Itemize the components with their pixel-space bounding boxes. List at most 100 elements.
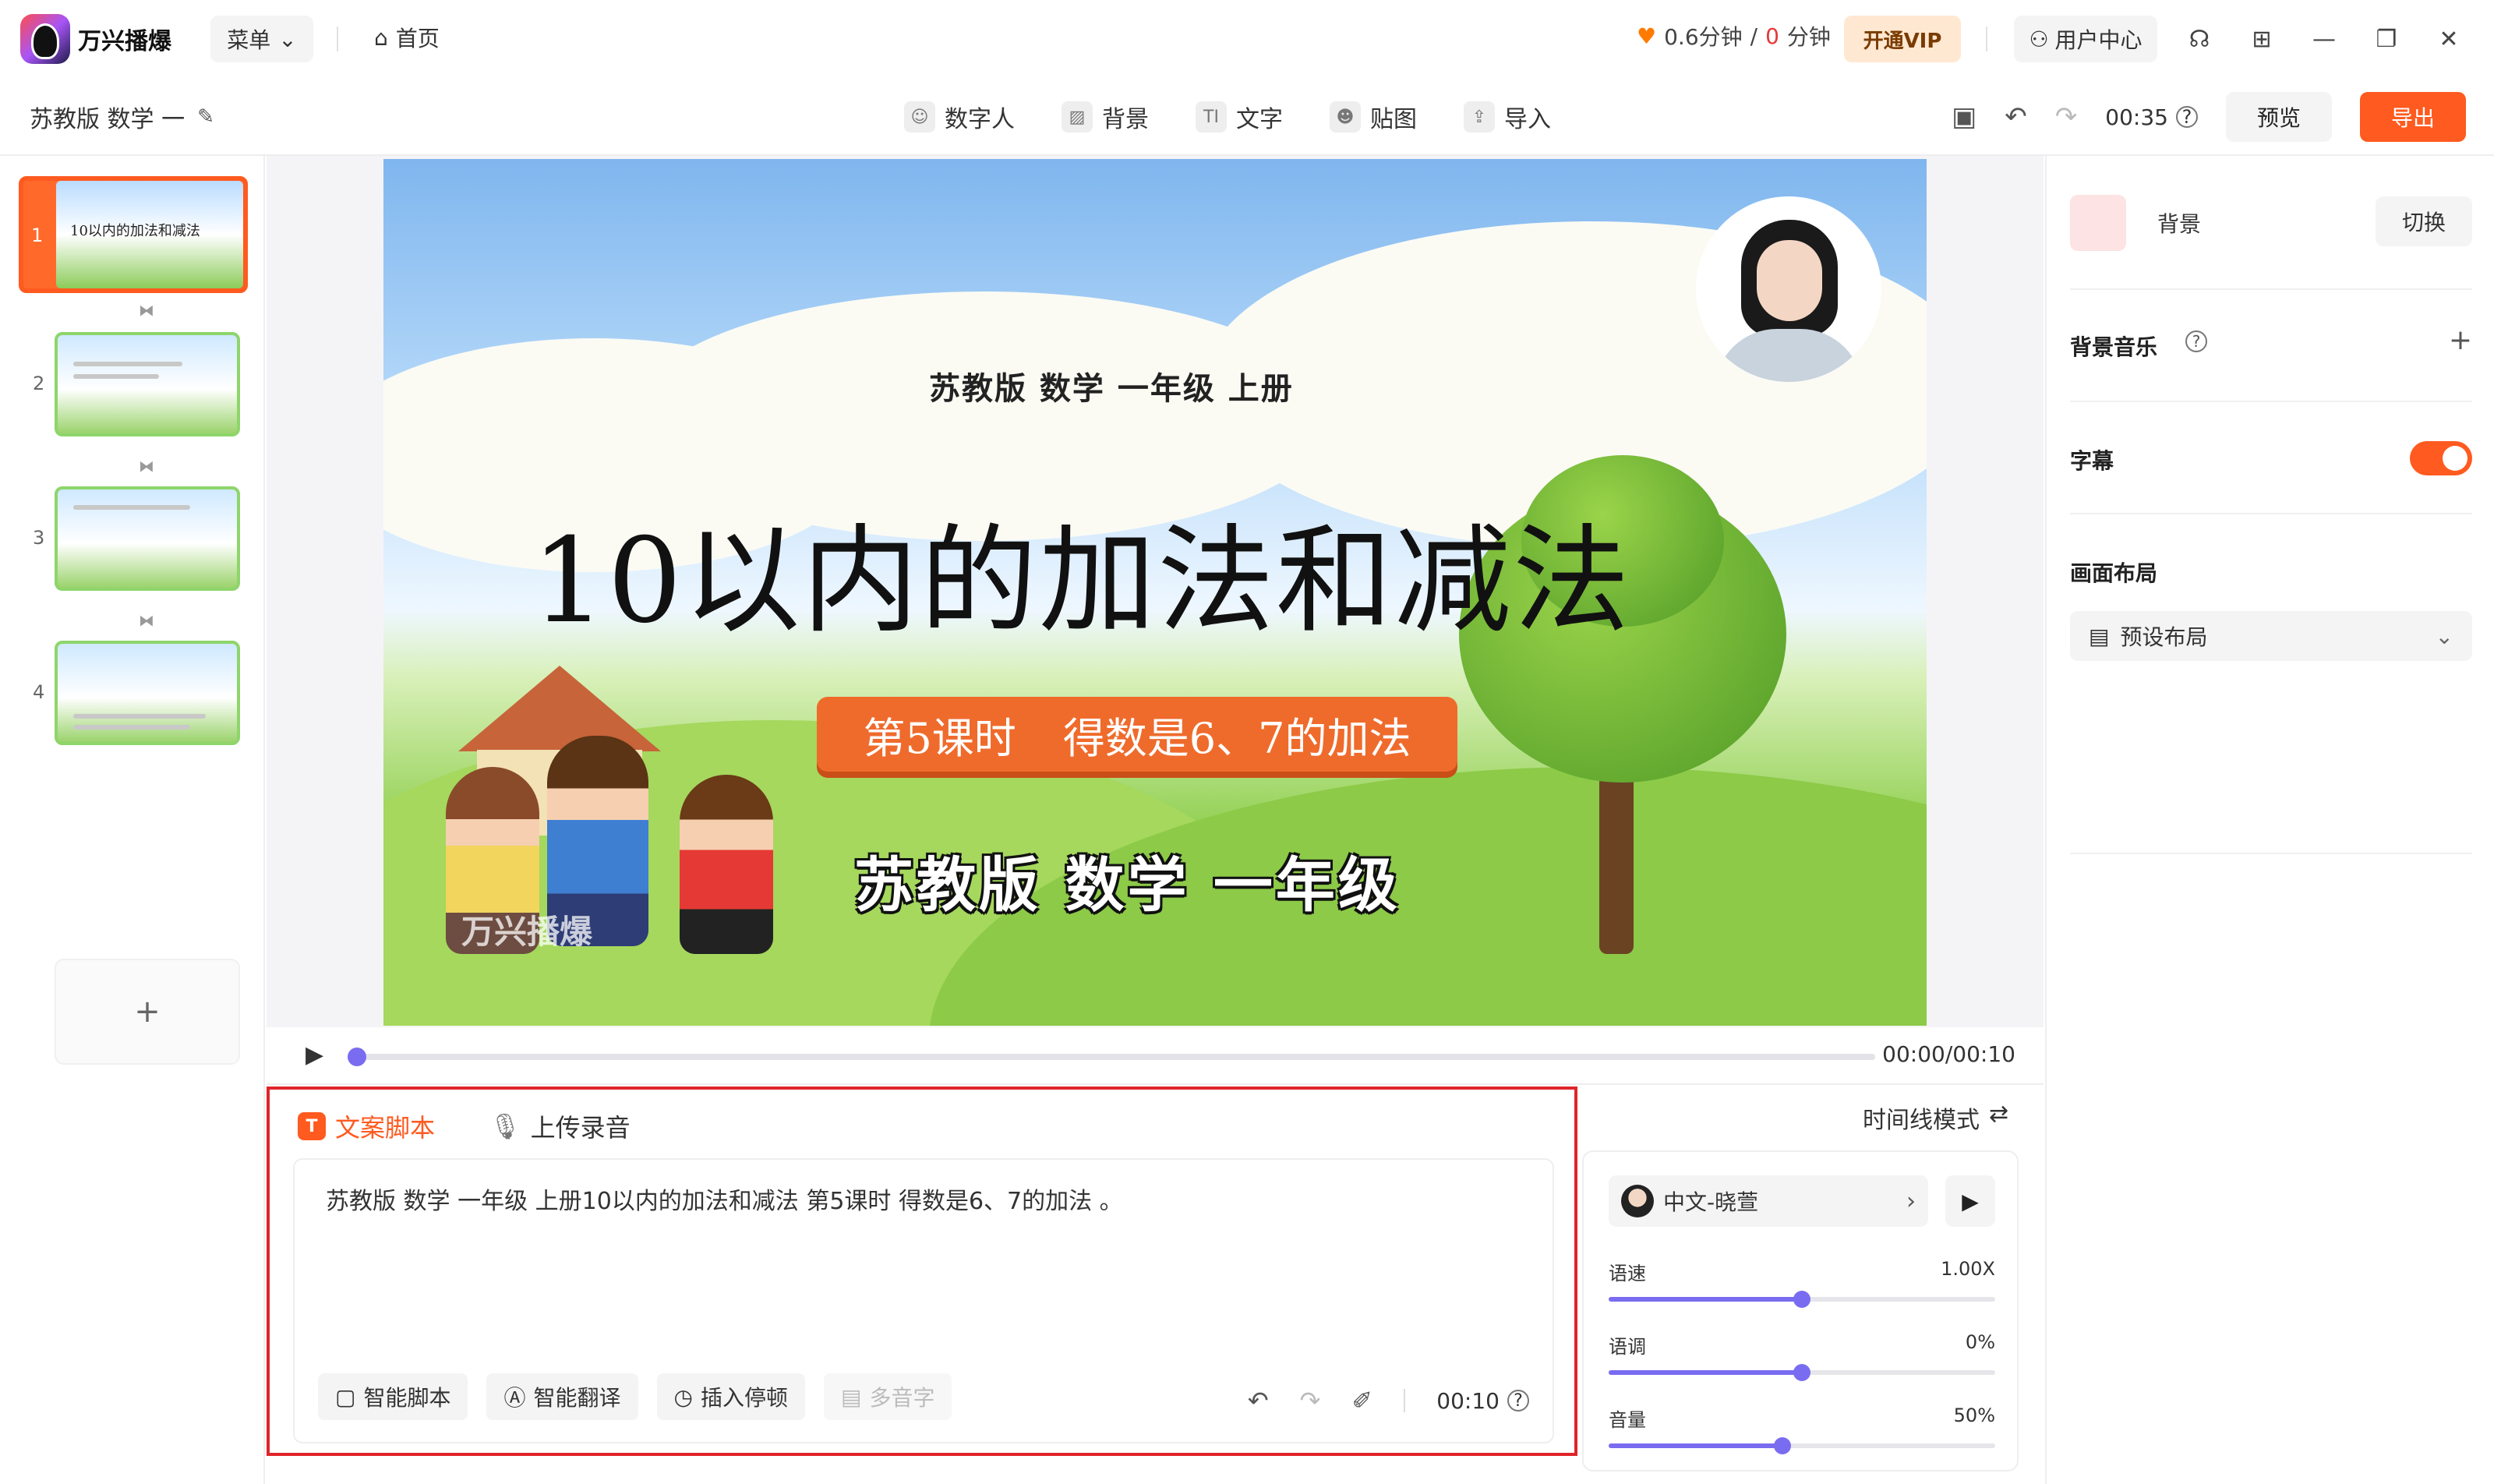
speed-handle[interactable] <box>1793 1291 1810 1308</box>
slide-thumb-2[interactable] <box>55 332 240 436</box>
apps-grid-icon[interactable]: ⊞ <box>2241 19 2282 59</box>
voice-play-icon[interactable]: ▶ <box>1945 1175 1995 1227</box>
tab-script[interactable]: T 文案脚本 <box>298 1108 435 1144</box>
layout-select[interactable]: ▤ 预设布局 ⌄ <box>2070 611 2472 661</box>
smart-script-button[interactable]: ▢ 智能脚本 <box>318 1373 468 1420</box>
slide-thumb-1[interactable]: 10以内的加法和减法 <box>19 176 248 293</box>
slide-thumb-4[interactable] <box>55 641 240 745</box>
button-label: 智能脚本 <box>363 1385 451 1411</box>
top-bar: 万兴播爆 菜单 ⌄ ⌂ 首页 ♥ 0.6分钟 / 0 分钟 开通VIP ⚇ 用户… <box>0 0 2494 78</box>
swap-icon: ⇄ <box>1989 1101 2009 1128</box>
header-actions: ▣ ↶ ↷ 00:35 ? 预览 导出 <box>1952 92 2466 142</box>
editor-toolbar: 苏教版 数学 一 ✎ ☺ 数字人 ▨ 背景 TI 文字 ☻ 贴图 ⇪ 导入 ▣ ↶ ↷ 0… <box>0 78 2494 156</box>
background-icon: ▨ <box>1062 101 1093 132</box>
tool-sticker[interactable]: ☻ 贴图 <box>1330 95 1417 139</box>
save-icon[interactable]: ▣ <box>1952 101 1976 132</box>
smart-translate-button[interactable]: Ⓐ 智能翻译 <box>486 1373 638 1420</box>
tab-upload-audio[interactable]: 🎙 上传录音 <box>489 1108 631 1144</box>
user-center-button[interactable]: ⚇ 用户中心 <box>2014 16 2157 62</box>
add-music-icon[interactable]: + <box>2449 324 2472 356</box>
headset-icon[interactable]: ☊ <box>2179 19 2220 59</box>
layout-section: 画面布局 <box>2070 514 2472 854</box>
duration-value: 00:35 <box>2105 104 2168 130</box>
add-slide-button[interactable]: + <box>55 959 240 1065</box>
button-label: 智能翻译 <box>533 1385 621 1411</box>
microphone-icon: 🎙 <box>489 1111 521 1141</box>
layout-value: 预设布局 <box>2120 624 2208 650</box>
tool-label: 背景 <box>1102 106 1149 133</box>
play-icon[interactable]: ▶ <box>306 1041 323 1069</box>
avatar-body <box>1715 329 1863 382</box>
tool-digital-human[interactable]: ☺ 数字人 <box>904 95 1015 139</box>
slide-lesson-banner[interactable]: 第5课时 得数是6、7的加法 <box>817 697 1457 772</box>
timeline-mode-label: 时间线模式 <box>1863 1107 1980 1134</box>
playback-track[interactable] <box>348 1048 1875 1066</box>
timeline-mode-toggle[interactable]: 时间线模式 ⇄ <box>1863 1101 2008 1135</box>
redo-icon[interactable]: ↷ <box>1300 1386 1321 1415</box>
digital-human-avatar[interactable] <box>1696 196 1881 382</box>
text-icon: T <box>298 1112 326 1140</box>
speed-slider[interactable] <box>1609 1291 1995 1308</box>
polyphone-button[interactable]: ▤ 多音字 <box>823 1373 952 1420</box>
user-center-label: 用户中心 <box>2054 27 2143 53</box>
volume-handle[interactable] <box>1774 1437 1792 1454</box>
vip-button[interactable]: 开通VIP <box>1844 16 1961 62</box>
transition-icon[interactable]: ⧓ <box>139 457 154 475</box>
tool-text[interactable]: TI 文字 <box>1196 95 1283 139</box>
undo-icon[interactable]: ↶ <box>1248 1386 1269 1415</box>
playback-handle[interactable] <box>348 1048 366 1066</box>
tool-label: 贴图 <box>1370 106 1417 133</box>
subtitle-toggle[interactable] <box>2410 441 2472 475</box>
redo-icon[interactable]: ↷ <box>2055 101 2078 132</box>
divider <box>1986 26 1987 51</box>
preview-button[interactable]: 预览 <box>2226 92 2332 142</box>
pitch-slider[interactable] <box>1609 1364 1995 1381</box>
clear-brush-icon[interactable]: ✐ <box>1351 1386 1372 1415</box>
pitch-handle[interactable] <box>1793 1364 1810 1381</box>
background-swatch[interactable] <box>2070 195 2126 251</box>
minimize-icon[interactable]: — <box>2304 19 2344 59</box>
slide-subtitle[interactable]: 苏教版 数学 一年级 上册 <box>929 363 1294 408</box>
volume-slider[interactable] <box>1609 1437 1995 1454</box>
home-link[interactable]: ⌂ 首页 <box>374 22 440 53</box>
heart-icon: ♥ <box>1637 23 1657 49</box>
voice-selector[interactable]: 中文-晓萱 › <box>1609 1175 1928 1227</box>
button-label: 插入停顿 <box>700 1385 788 1411</box>
total-duration: 00:35 ? <box>2105 104 2198 130</box>
transition-icon[interactable]: ⧓ <box>139 611 154 630</box>
close-icon[interactable]: ✕ <box>2429 19 2469 59</box>
switch-background-button[interactable]: 切换 <box>2376 196 2472 246</box>
insert-pause-button[interactable]: ◷ 插入停顿 <box>656 1373 805 1420</box>
bgm-label: 背景音乐 <box>2070 334 2158 360</box>
script-editor[interactable]: 苏教版 数学 一年级 上册10以内的加法和减法 第5课时 得数是6、7的加法 。… <box>293 1158 1554 1443</box>
insert-tools: ☺ 数字人 ▨ 背景 TI 文字 ☻ 贴图 ⇪ 导入 <box>904 95 1551 139</box>
help-icon[interactable]: ? <box>2185 330 2207 352</box>
help-icon[interactable]: ? <box>1507 1390 1529 1412</box>
restore-icon[interactable]: ❐ <box>2366 19 2407 59</box>
thumb-text-line <box>73 714 206 719</box>
child-figure-3 <box>680 775 773 954</box>
edit-title-icon[interactable]: ✎ <box>197 105 214 129</box>
help-icon[interactable]: ? <box>2176 106 2198 128</box>
home-label: 首页 <box>395 26 440 51</box>
tool-background[interactable]: ▨ 背景 <box>1062 95 1149 139</box>
slide-thumb-3[interactable] <box>55 486 240 591</box>
tool-import[interactable]: ⇪ 导入 <box>1464 95 1551 139</box>
export-button[interactable]: 导出 <box>2360 92 2466 142</box>
undo-icon[interactable]: ↶ <box>2005 101 2027 132</box>
canvas-area: 苏教版 数学 一年级 上册 10以内的加法和减法 第5课时 得数是6、7的加法 … <box>267 156 2044 1083</box>
subtitle-caption[interactable]: 苏教版 数学 一年级 <box>854 837 1401 923</box>
menu-button[interactable]: 菜单 ⌄ <box>210 16 313 62</box>
slide-list: 10以内的加法和减法 1 ⧓ 2 ⧓ 3 ⧓ 4 + <box>0 156 265 1484</box>
transition-icon[interactable]: ⧓ <box>139 301 154 320</box>
slide-number: 1 <box>31 224 44 246</box>
slide-canvas[interactable]: 苏教版 数学 一年级 上册 10以内的加法和减法 第5课时 得数是6、7的加法 … <box>383 159 1927 1026</box>
script-text[interactable]: 苏教版 数学 一年级 上册10以内的加法和减法 第5课时 得数是6、7的加法 。 <box>326 1182 1123 1216</box>
app-name: 万兴播爆 <box>78 28 171 55</box>
slide-title[interactable]: 10以内的加法和减法 <box>532 486 1631 655</box>
layout-icon: ▤ <box>2089 623 2110 649</box>
divider <box>1404 1389 1406 1412</box>
background-label: 背景 <box>2157 211 2202 237</box>
watermark: 万兴播爆 <box>461 913 593 951</box>
polyphone-icon: ▤ <box>840 1383 862 1410</box>
